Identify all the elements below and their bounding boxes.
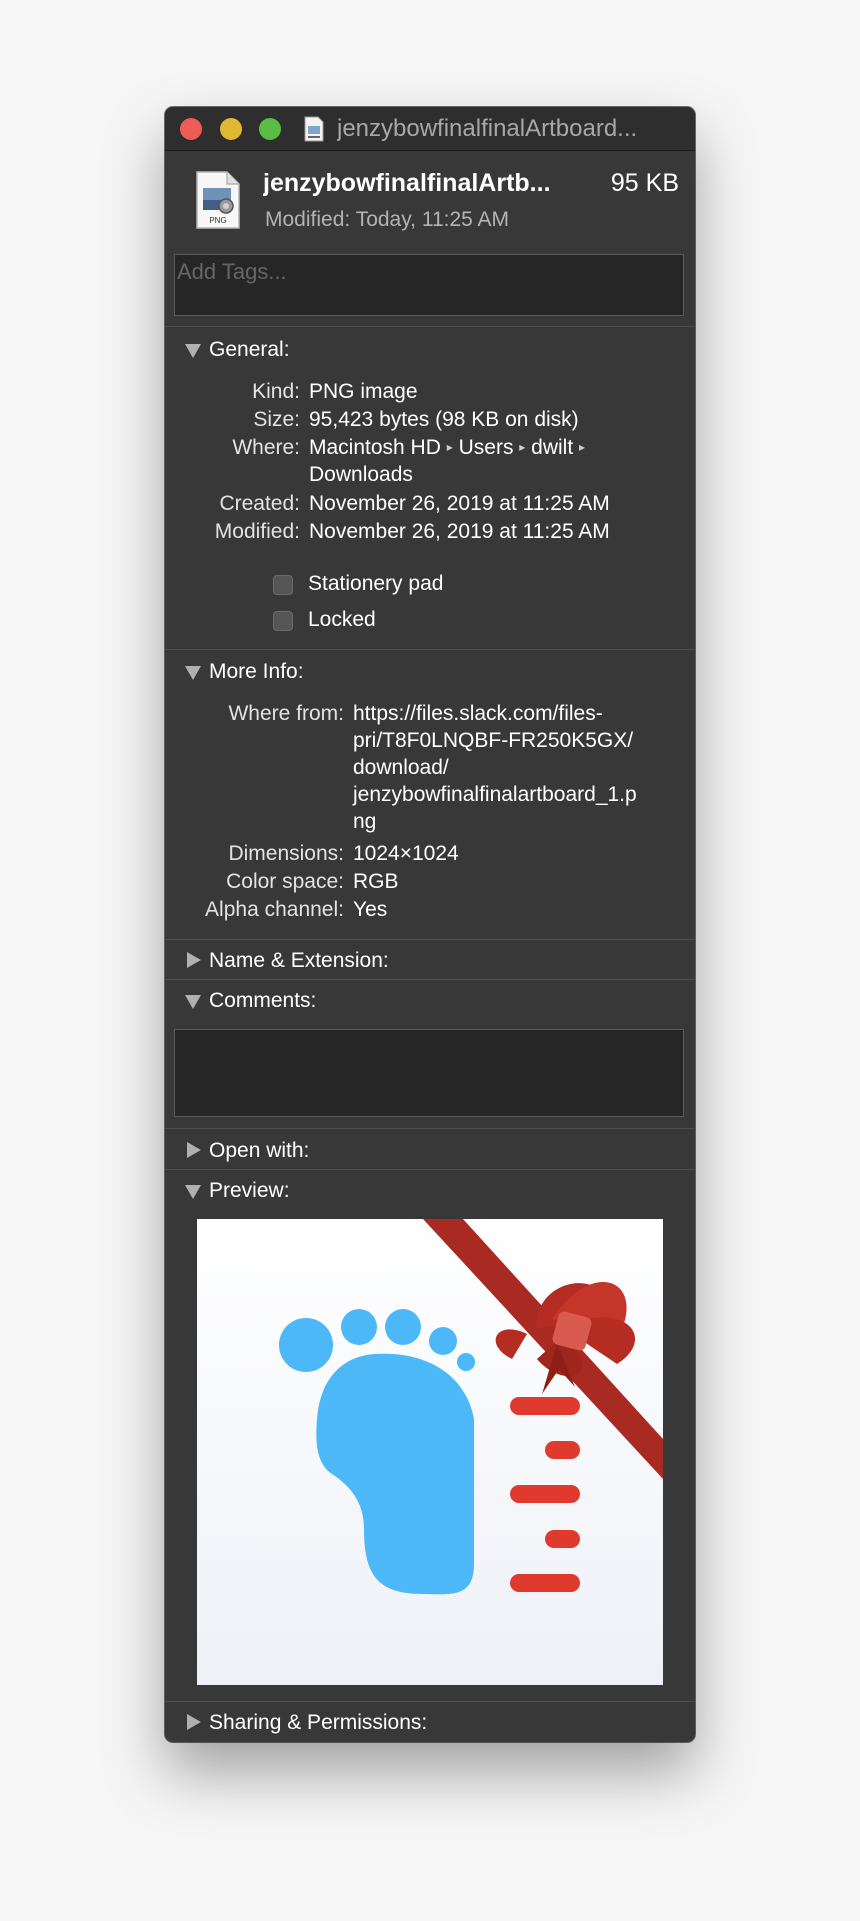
disclosure-triangle-icon — [185, 1185, 201, 1199]
row-value: https://files.slack.com/files- pri/T8F0L… — [353, 700, 683, 835]
section-comments-title: Comments: — [209, 989, 317, 1012]
path-component: Downloads — [309, 463, 413, 486]
section-name-extension-title: Name & Extension: — [209, 949, 389, 972]
close-button[interactable] — [180, 118, 202, 140]
row-label: Where: — [232, 436, 300, 459]
window-title: jenzybowfinalfinalArtboard... — [337, 115, 638, 142]
row-value: 1024×1024 — [353, 842, 459, 865]
modified-label: Modified: — [265, 208, 351, 231]
path-component: Macintosh HD — [309, 436, 441, 459]
divider — [165, 939, 695, 940]
path-separator-icon: ▸ — [579, 440, 586, 454]
tags-field[interactable] — [174, 254, 684, 316]
disclosure-triangle-icon — [187, 952, 201, 968]
row-value: November 26, 2019 at 11:25 AM — [309, 520, 610, 543]
row-value: November 26, 2019 at 11:25 AM — [309, 492, 610, 515]
section-general-toggle[interactable]: General: — [183, 338, 483, 366]
row-label: Alpha channel: — [205, 898, 344, 921]
section-sharing-permissions-toggle[interactable]: Sharing & Permissions: — [183, 1711, 483, 1739]
divider — [165, 1169, 695, 1170]
row-value: 95,423 bytes (98 KB on disk) — [309, 408, 579, 431]
png-document-icon: PNG — [196, 171, 240, 229]
footprint-gift-artwork — [197, 1219, 663, 1685]
path-component: Users — [458, 436, 514, 459]
row-label: Dimensions: — [228, 842, 344, 865]
url-line: ng — [353, 810, 377, 833]
checkbox-box[interactable] — [273, 611, 293, 631]
row-label: Color space: — [226, 870, 344, 893]
row-label: Created: — [219, 492, 300, 515]
divider — [165, 649, 695, 650]
section-more-info-toggle[interactable]: More Info: — [183, 660, 483, 688]
path-separator-icon: ▸ — [519, 440, 526, 454]
tags-input[interactable] — [177, 257, 677, 287]
png-label: PNG — [209, 216, 226, 225]
disclosure-triangle-icon — [185, 666, 201, 680]
stationery-pad-checkbox[interactable]: Stationery pad — [273, 572, 493, 600]
section-open-with-title: Open with: — [209, 1139, 310, 1162]
modified-value: Today, 11:25 AM — [355, 208, 510, 231]
file-size: 95 KB — [610, 169, 679, 197]
title-bar[interactable]: jenzybowfinalfinalArtboard... — [165, 107, 695, 151]
url-line: https://files.slack.com/files- — [353, 702, 603, 725]
divider — [165, 1701, 695, 1702]
section-name-extension-toggle[interactable]: Name & Extension: — [183, 949, 483, 977]
file-modified: Modified: Today, 11:25 AM — [265, 208, 509, 232]
row-value: RGB — [353, 870, 399, 893]
section-sharing-permissions-title: Sharing & Permissions: — [209, 1711, 428, 1734]
divider — [165, 979, 695, 980]
section-preview-toggle[interactable]: Preview: — [183, 1179, 483, 1207]
disclosure-triangle-icon — [187, 1714, 201, 1730]
info-window: jenzybowfinalfinalArtboard... PNG jenzyb… — [165, 107, 695, 1742]
divider — [165, 326, 695, 327]
disclosure-triangle-icon — [185, 995, 201, 1009]
row-value: Yes — [353, 898, 388, 921]
minimize-button[interactable] — [220, 118, 242, 140]
png-file-icon — [304, 116, 324, 142]
path-component: dwilt — [531, 436, 574, 459]
section-comments-toggle[interactable]: Comments: — [183, 989, 483, 1017]
path-separator-icon: ▸ — [446, 440, 453, 454]
row-label: Kind: — [252, 380, 300, 403]
row-label: Where from: — [228, 702, 344, 725]
comments-textarea[interactable] — [175, 1030, 687, 1120]
url-line: pri/T8F0LNQBF-FR250K5GX/ — [353, 729, 634, 752]
row-label: Size: — [253, 408, 300, 431]
locked-checkbox[interactable]: Locked — [273, 608, 493, 636]
checkbox-label: Locked — [308, 608, 376, 631]
row-value: PNG image — [309, 380, 418, 403]
checkbox-box[interactable] — [273, 575, 293, 595]
row-label: Modified: — [214, 520, 300, 543]
url-line: jenzybowfinalfinalartboard_1.p — [353, 783, 637, 806]
preview-image — [197, 1219, 663, 1685]
section-open-with-toggle[interactable]: Open with: — [183, 1139, 483, 1167]
file-name: jenzybowfinalfinalArtb... — [263, 169, 551, 197]
disclosure-triangle-icon — [187, 1142, 201, 1158]
checkbox-label: Stationery pad — [308, 572, 444, 595]
zoom-button[interactable] — [259, 118, 281, 140]
section-general-title: General: — [209, 338, 290, 361]
section-preview-title: Preview: — [209, 1179, 290, 1202]
url-line: download/ — [353, 756, 449, 779]
comments-field[interactable] — [174, 1029, 687, 1120]
row-value: Macintosh HD ▸ Users ▸ dwilt ▸ Downloads — [309, 434, 649, 488]
disclosure-triangle-icon — [185, 344, 201, 358]
section-more-info-title: More Info: — [209, 660, 304, 683]
divider — [165, 1128, 695, 1129]
